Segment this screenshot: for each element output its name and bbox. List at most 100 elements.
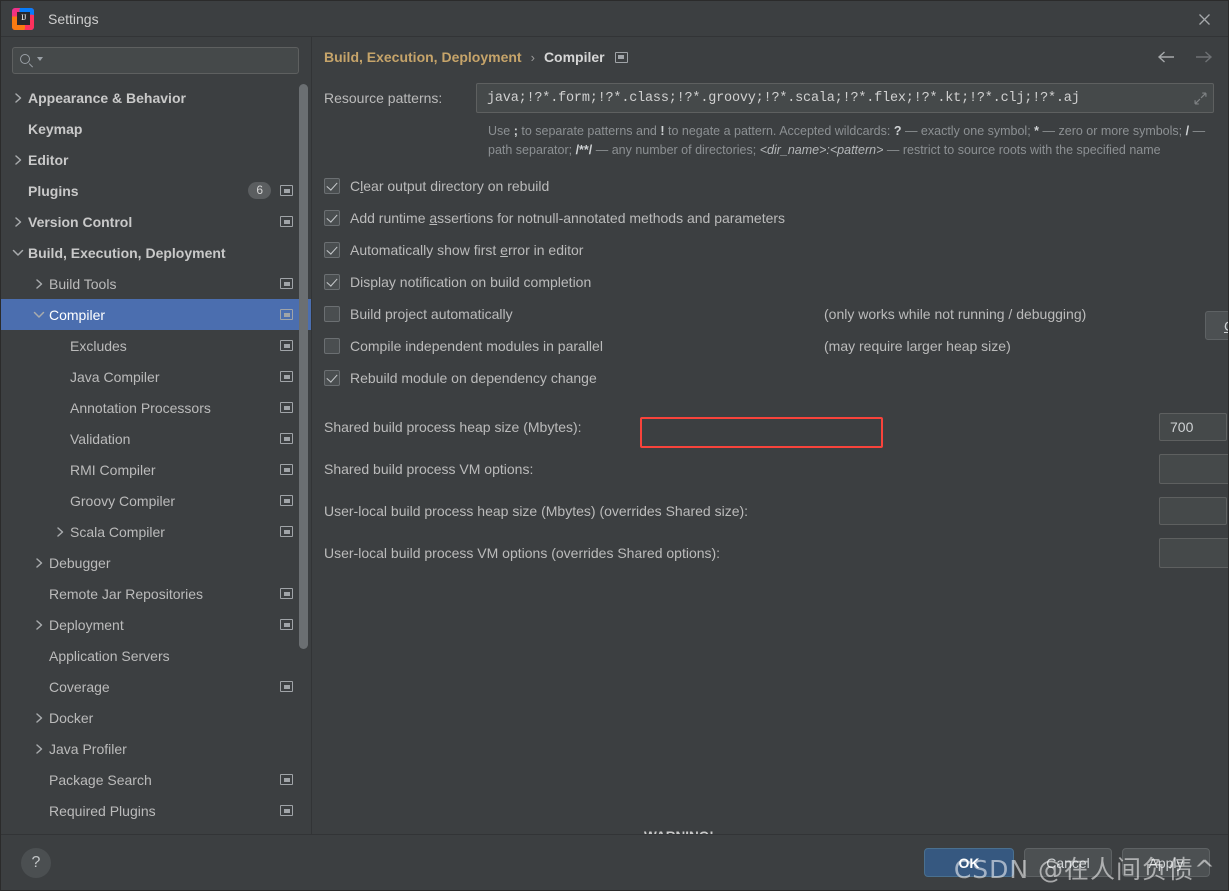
checkbox-clear-output-directory-on-rebuild[interactable] — [324, 178, 340, 194]
warning-message: WARNING! If option 'Clear output directo… — [644, 827, 1208, 834]
settings-tree[interactable]: Appearance & Behavior Keymap Editor Plugins… — [1, 82, 311, 834]
sidebar-item-groovy-compiler[interactable]: Groovy Compiler — [1, 485, 311, 516]
project-scope-icon — [280, 216, 293, 227]
sidebar-item-debugger[interactable]: Debugger — [1, 547, 311, 578]
chevron-right-icon[interactable] — [32, 618, 46, 632]
sidebar-item-deployment[interactable]: Deployment — [1, 609, 311, 640]
chevron-right-icon[interactable] — [32, 277, 46, 291]
checkbox-build-project-automatically[interactable] — [324, 306, 340, 322]
window-title: Settings — [48, 10, 99, 27]
sidebar-item-coverage[interactable]: Coverage — [1, 671, 311, 702]
breadcrumb: Build, Execution, Deployment › Compiler — [312, 37, 1228, 77]
checkbox-label[interactable]: Compile independent modules in parallel — [350, 338, 603, 354]
configure-annotations-button[interactable]: Configure annotations... — [1205, 311, 1228, 340]
sidebar-item-editor[interactable]: Editor — [1, 144, 311, 175]
sidebar-item-package-search[interactable]: Package Search — [1, 764, 311, 795]
chevron-right-icon[interactable] — [53, 525, 67, 539]
intellij-logo-icon: IJ — [12, 7, 34, 30]
cancel-button[interactable]: Cancel — [1024, 848, 1112, 877]
checkbox-display-notification-on-build-completion[interactable] — [324, 274, 340, 290]
sidebar-item-application-servers[interactable]: Application Servers — [1, 640, 311, 671]
field-input[interactable] — [1168, 460, 1228, 478]
sidebar-item-validation[interactable]: Validation — [1, 423, 311, 454]
sidebar-item-java-compiler[interactable]: Java Compiler — [1, 361, 311, 392]
resource-patterns-input[interactable] — [485, 89, 1194, 107]
sidebar-item-label: Groovy Compiler — [70, 492, 176, 509]
sidebar-item-scala-compiler[interactable]: Scala Compiler — [1, 516, 311, 547]
logo-text: IJ — [21, 12, 26, 22]
chevron-down-icon[interactable] — [32, 308, 46, 322]
ok-button[interactable]: OK — [924, 848, 1014, 877]
nav-arrows — [1156, 50, 1214, 64]
field-shared-build-process-vm-options[interactable] — [1159, 454, 1228, 484]
checkbox-automatically-show-first-error-in-editor[interactable] — [324, 242, 340, 258]
sidebar-item-build-execution-deployment[interactable]: Build, Execution, Deployment — [1, 237, 311, 268]
arrow-left-icon[interactable] — [1156, 50, 1176, 64]
sidebar-item-rmi-compiler[interactable]: RMI Compiler — [1, 454, 311, 485]
checkbox-rebuild-module-on-dependency-change[interactable] — [324, 370, 340, 386]
field-input[interactable] — [1168, 544, 1228, 562]
sidebar-item-keymap[interactable]: Keymap — [1, 113, 311, 144]
field-user-local-build-process-heap-size-mbytes-ov[interactable] — [1159, 497, 1227, 525]
field-row-user-local-build-process-heap-size-mbytes-ov: User-local build process heap size (Mbyt… — [324, 490, 1227, 532]
close-button[interactable] — [1181, 1, 1228, 37]
checkbox-label-pre: Build project automatically — [350, 306, 513, 322]
search-box[interactable] — [12, 47, 299, 74]
checkbox-label[interactable]: Rebuild module on dependency change — [350, 370, 597, 386]
apply-button[interactable]: Apply — [1122, 848, 1210, 877]
checkbox-note: (only works while not running / debuggin… — [824, 306, 1087, 322]
chevron-right-icon[interactable] — [11, 91, 25, 105]
chevron-down-icon[interactable] — [37, 57, 43, 61]
checkbox-label[interactable]: Display notification on build completion — [350, 274, 591, 290]
chevron-right-icon[interactable] — [32, 742, 46, 756]
help-button[interactable]: ? — [21, 847, 51, 878]
sidebar-item-required-plugins[interactable]: Required Plugins — [1, 795, 311, 826]
sidebar-item-remote-jar-repositories[interactable]: Remote Jar Repositories — [1, 578, 311, 609]
field-label: User-local build process VM options (ove… — [324, 545, 721, 561]
checkbox-compile-independent-modules-in-parallel[interactable] — [324, 338, 340, 354]
resource-patterns-field[interactable] — [476, 83, 1214, 113]
sidebar-item-docker[interactable]: Docker — [1, 702, 311, 733]
sidebar-item-label: Java Profiler — [49, 740, 127, 757]
sidebar-item-excludes[interactable]: Excludes — [1, 330, 311, 361]
arrow-right-icon[interactable] — [1194, 50, 1214, 64]
chevron-right-icon[interactable] — [32, 556, 46, 570]
sidebar-item-annotation-processors[interactable]: Annotation Processors — [1, 392, 311, 423]
field-shared-build-process-heap-size-mbytes[interactable] — [1159, 413, 1227, 441]
sidebar-item-java-profiler[interactable]: Java Profiler — [1, 733, 311, 764]
project-scope-icon — [280, 681, 293, 692]
chevron-right-icon[interactable] — [11, 153, 25, 167]
sidebar-item-label: Package Search — [49, 771, 152, 788]
sidebar-item-plugins[interactable]: Plugins 6 — [1, 175, 311, 206]
breadcrumb-parent[interactable]: Build, Execution, Deployment — [324, 49, 522, 65]
field-input[interactable] — [1168, 418, 1220, 436]
sidebar-item-version-control[interactable]: Version Control — [1, 206, 311, 237]
sidebar-item-label: Java Compiler — [70, 368, 160, 385]
checkbox-label[interactable]: Automatically show first error in editor — [350, 242, 583, 258]
checkbox-label-post: ssertions for notnull-annotated methods … — [437, 210, 786, 226]
sidebar-item-label: Application Servers — [49, 647, 170, 664]
chevron-down-icon[interactable] — [11, 246, 25, 260]
sidebar-scrollbar[interactable] — [299, 84, 308, 649]
checkbox-label[interactable]: Build project automatically — [350, 306, 513, 322]
field-label: Shared build process VM options: — [324, 461, 534, 477]
warning-title: WARNING! — [644, 827, 1208, 834]
sidebar-item-compiler[interactable]: Compiler — [1, 299, 311, 330]
field-input[interactable] — [1168, 502, 1220, 520]
checkbox-label[interactable]: Add runtime assertions for notnull-annot… — [350, 210, 785, 226]
checkbox-add-runtime-assertions-for-notnull-annot[interactable] — [324, 210, 340, 226]
expand-icon[interactable] — [1194, 91, 1207, 105]
field-user-local-build-process-vm-options-override[interactable] — [1159, 538, 1228, 568]
hint-text: — exactly one symbol; — [901, 124, 1035, 138]
sidebar-item-appearance-behavior[interactable]: Appearance & Behavior — [1, 82, 311, 113]
search-input[interactable] — [47, 52, 291, 69]
sidebar-item-build-tools[interactable]: Build Tools — [1, 268, 311, 299]
sidebar-item-label: Scala Compiler — [70, 523, 165, 540]
chevron-right-icon[interactable] — [32, 711, 46, 725]
checkbox-label[interactable]: Clear output directory on rebuild — [350, 178, 549, 194]
chevron-right-icon[interactable] — [11, 215, 25, 229]
